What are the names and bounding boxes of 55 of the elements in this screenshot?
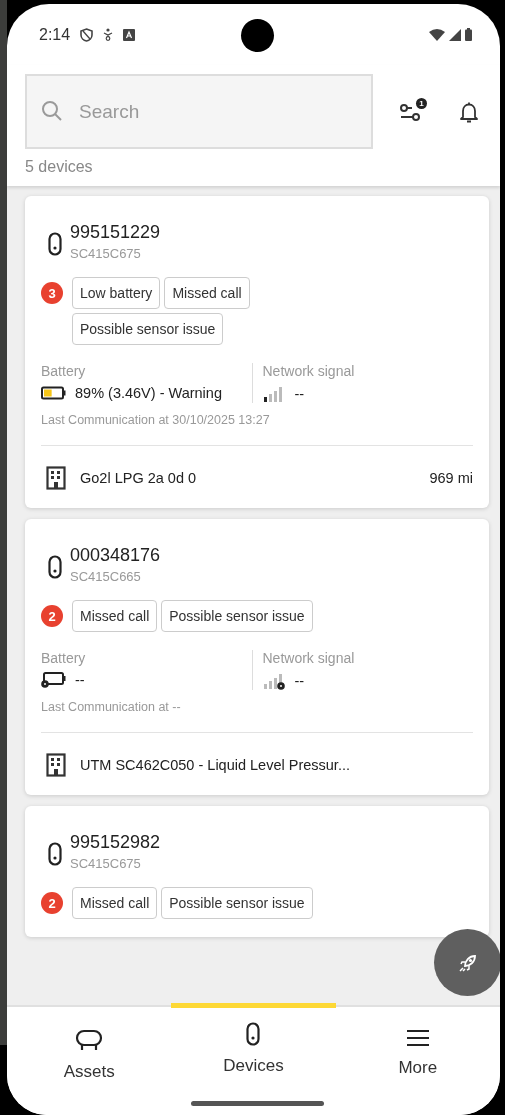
device-card[interactable]: 000348176 SC415C665 2 Missed call Possible sensor issue Battery -- Network signal -- Last Communication at -- UTM SC462C050 - Liquid Level Pressur... xyxy=(25,519,489,795)
device-model: SC415C665 xyxy=(70,569,142,584)
alert-count-badge: 3 xyxy=(41,282,63,304)
building-icon xyxy=(46,753,66,777)
device-id: 995152982 xyxy=(70,832,161,853)
alert-count-badge: 2 xyxy=(41,892,63,914)
battery-label: Battery xyxy=(41,363,87,379)
device-icon xyxy=(48,842,62,866)
alert-chip: Missed call xyxy=(72,887,158,919)
accessibility-icon xyxy=(103,28,114,41)
alert-chip: Low battery xyxy=(72,277,161,309)
battery-reading: -- xyxy=(75,672,85,688)
alert-count-badge: 2 xyxy=(41,605,63,627)
nav-tab[interactable]: More xyxy=(335,1003,500,1115)
signal-reading: -- xyxy=(294,673,305,689)
cell-signal-icon xyxy=(449,28,461,41)
building-icon xyxy=(46,466,66,490)
device-icon xyxy=(48,555,62,579)
last-communication: Last Communication at 30/10/2025 13:27 xyxy=(41,413,473,446)
device-card[interactable]: 995152982 SC415C675 2 Missed call Possible sensor issue xyxy=(25,806,489,937)
alert-chip: Missed call xyxy=(72,600,158,632)
alert-chip: Possible sensor issue xyxy=(72,313,224,345)
battery-label: Battery xyxy=(41,650,87,666)
device-card[interactable]: 995151229 SC415C675 3 Low battery Missed call Possible sensor issue Battery 89% (3.46V) - Warning Network signal -- Last Communication at 30/10/2025 13:27 Go2l LPG 2a 0d 0 969 mi xyxy=(25,196,489,508)
alert-chip: Missed call xyxy=(164,277,250,309)
asset-name: UTM SC462C050 - Liquid Level Pressur... xyxy=(80,757,350,773)
device-icon xyxy=(48,232,62,256)
search-icon xyxy=(41,100,63,122)
device-model: SC415C675 xyxy=(70,856,142,871)
asset-distance: 969 mi xyxy=(429,470,473,486)
alert-chip: Possible sensor issue xyxy=(161,887,313,919)
device-icon xyxy=(246,1022,261,1046)
search-field[interactable]: Search xyxy=(25,74,373,149)
device-model: SC415C675 xyxy=(70,246,142,261)
battery-status-icon xyxy=(465,28,472,41)
wifi-icon xyxy=(429,28,445,41)
alert-chip: Possible sensor issue xyxy=(161,600,313,632)
filter-count-badge: 1 xyxy=(416,97,427,109)
camera-cutout xyxy=(241,19,274,52)
asset-name: Go2l LPG 2a 0d 0 xyxy=(80,470,197,486)
signal-label: Network signal xyxy=(262,363,356,379)
device-id: 000348176 xyxy=(70,545,161,566)
menu-icon xyxy=(405,1028,430,1048)
last-communication: Last Communication at -- xyxy=(41,700,473,733)
device-count: 5 devices xyxy=(25,158,94,176)
sofa-icon xyxy=(75,1028,104,1052)
device-id: 995151229 xyxy=(70,222,161,243)
shield-icon xyxy=(80,27,94,42)
signal-reading: -- xyxy=(294,386,305,402)
signal-label: Network signal xyxy=(262,650,356,666)
status-time: 2:14 xyxy=(39,25,71,44)
nav-tab[interactable]: Assets xyxy=(7,1003,172,1115)
filter-button[interactable]: 1 xyxy=(395,95,429,128)
keyboard-icon xyxy=(123,28,136,41)
battery-reading: 89% (3.46V) - Warning xyxy=(75,385,222,401)
